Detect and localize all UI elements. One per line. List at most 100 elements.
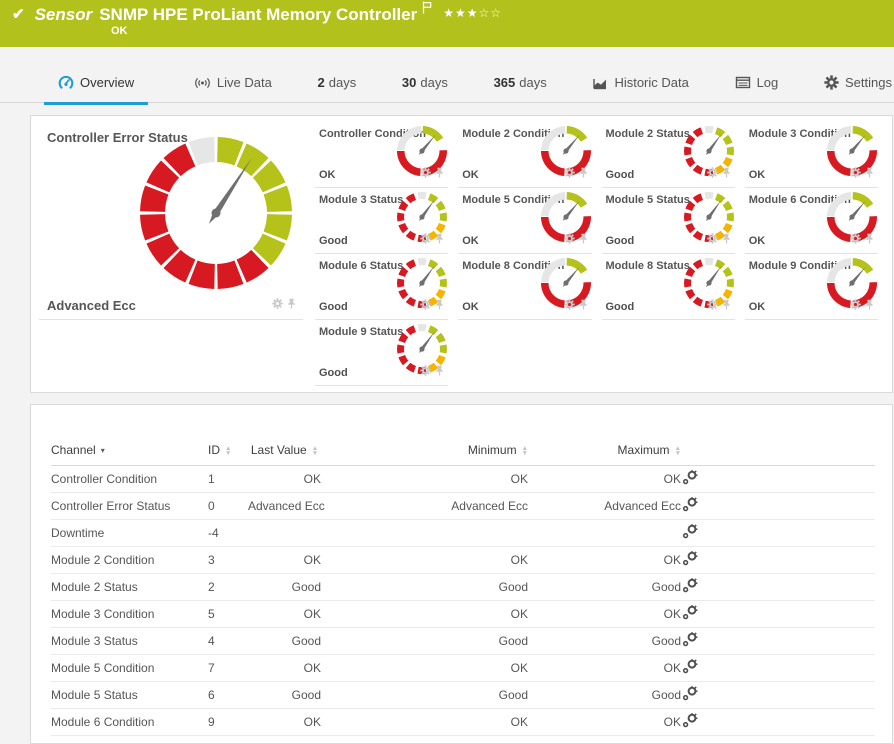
tab-live-data[interactable]: Live Data	[194, 63, 272, 103]
gauge-pin-icon[interactable]	[578, 165, 589, 183]
channel-settings-icon[interactable]	[681, 496, 699, 515]
channel-name-link[interactable]: Controller Condition	[51, 465, 208, 493]
gauge-settings-gear-icon[interactable]	[563, 165, 575, 183]
channel-settings-icon[interactable]	[681, 604, 699, 623]
minimum-value: Good	[321, 573, 528, 601]
channel-id: 3	[208, 546, 248, 574]
tab-overview[interactable]: Overview	[44, 63, 149, 105]
column-header-minimum[interactable]: Minimum ▲ ▼	[321, 435, 528, 466]
sensor-status-text: OK	[111, 25, 128, 37]
channel-settings-icon[interactable]	[681, 658, 699, 677]
gauge-cell-module-6-status[interactable]: Module 6 Status Good	[311, 254, 454, 320]
column-header-channel[interactable]: Channel ▾	[51, 435, 208, 466]
gauge-settings-gear-icon[interactable]	[420, 231, 431, 249]
channel-name-link[interactable]: Downtime	[51, 519, 208, 547]
star-icon[interactable]: ★	[467, 6, 479, 20]
tab-historic-data[interactable]: Historic Data	[592, 63, 689, 103]
column-header-maximum[interactable]: Maximum ▲ ▼	[528, 435, 681, 466]
gauge-pin-icon[interactable]	[578, 231, 589, 249]
gauge-pin-icon[interactable]	[434, 297, 445, 315]
gauge-cell-module-9-condition[interactable]: Module 9 Condition OK	[741, 254, 884, 320]
gauge-pin-icon[interactable]	[721, 165, 732, 183]
priority-flag-icon[interactable]	[422, 1, 433, 19]
column-header-last-value[interactable]: Last Value ▲ ▼	[248, 435, 321, 466]
gauge-icon	[58, 75, 74, 91]
channel-settings-icon[interactable]	[681, 577, 699, 596]
gauge-settings-gear-icon[interactable]	[420, 363, 431, 381]
gauge-cell-controller-condition[interactable]: Controller Condition OK	[311, 122, 454, 188]
gauge-pin-icon[interactable]	[286, 296, 297, 314]
gauge-cell-module-9-status[interactable]: Module 9 Status Good	[311, 320, 454, 386]
gauge-settings-gear-icon[interactable]	[707, 165, 718, 183]
gauge-cell-module-5-status[interactable]: Module 5 Status Good	[598, 188, 741, 254]
channel-settings-icon[interactable]	[681, 712, 699, 731]
star-icon[interactable]: ☆	[490, 6, 502, 20]
gauge-settings-gear-icon[interactable]	[707, 231, 718, 249]
channel-name-link[interactable]: Module 5 Condition	[51, 654, 208, 682]
gauge-value: OK	[748, 235, 766, 247]
gauge-cell-module-8-status[interactable]: Module 8 Status Good	[598, 254, 741, 320]
channel-settings-icon[interactable]	[681, 631, 699, 650]
minimum-value: OK	[321, 600, 528, 628]
tab-2-days[interactable]: 2 days	[318, 63, 357, 103]
ok-check-icon: ✔	[12, 6, 25, 23]
gauge-pin-icon[interactable]	[434, 363, 445, 381]
tab-settings[interactable]: Settings	[824, 63, 892, 103]
gauge-settings-gear-icon[interactable]	[272, 296, 283, 314]
last-value	[248, 519, 321, 547]
channel-name-link[interactable]: Controller Error Status	[51, 492, 208, 520]
channel-settings-icon[interactable]	[681, 469, 699, 488]
table-row-downtime: Downtime -4	[51, 519, 875, 547]
channel-settings-icon[interactable]	[681, 685, 699, 704]
channel-settings-icon[interactable]	[681, 550, 699, 569]
gauge-cell-controller-error-status[interactable]: Controller Error Status Advanced Ecc	[39, 122, 311, 320]
gauge-pin-icon[interactable]	[864, 231, 875, 249]
priority-stars[interactable]: ★★★☆☆	[443, 6, 502, 20]
tab-30-days[interactable]: 30 days	[402, 63, 448, 103]
gauge-settings-gear-icon[interactable]	[420, 165, 431, 183]
channel-name-link[interactable]: Module 5 Status	[51, 681, 208, 709]
channel-id: 2	[208, 573, 248, 601]
tab-log[interactable]: Log	[735, 63, 778, 103]
gauge-title: Module 2 Status	[605, 128, 690, 140]
gauge-settings-gear-icon[interactable]	[420, 297, 431, 315]
sensor-title: SNMP HPE ProLiant Memory Controller	[99, 5, 418, 24]
gauge-pin-icon[interactable]	[578, 297, 589, 315]
channel-name-link[interactable]: Module 6 Condition	[51, 708, 208, 736]
gauge-settings-gear-icon[interactable]	[707, 297, 718, 315]
gauge-pin-icon[interactable]	[721, 297, 732, 315]
star-icon[interactable]: ★	[443, 6, 455, 20]
gauge-pin-icon[interactable]	[434, 231, 445, 249]
channel-name-link[interactable]: Module 3 Status	[51, 627, 208, 655]
gauge-cell-module-2-condition[interactable]: Module 2 Condition OK	[454, 122, 597, 188]
gauge-cell-module-8-condition[interactable]: Module 8 Condition OK	[454, 254, 597, 320]
channel-table: Channel ▾ ID ▲ ▼ Last Value ▲ ▼ Minimum ▲ ▼ Maximum…	[51, 435, 875, 736]
channel-name-link[interactable]: Module 2 Condition	[51, 546, 208, 574]
channel-name-link[interactable]: Module 2 Status	[51, 573, 208, 601]
gauge-value: OK	[748, 169, 766, 181]
channel-settings-icon[interactable]	[681, 523, 699, 542]
gauge-settings-gear-icon[interactable]	[850, 231, 861, 249]
gauge-cell-module-3-condition[interactable]: Module 3 Condition OK	[741, 122, 884, 188]
minimum-value: Good	[321, 627, 528, 655]
gauge-cell-module-2-status[interactable]: Module 2 Status Good	[598, 122, 741, 188]
column-header-id[interactable]: ID ▲ ▼	[208, 435, 248, 466]
channel-table-header-row: Channel ▾ ID ▲ ▼ Last Value ▲ ▼ Minimum ▲ ▼ Maximum…	[51, 435, 875, 466]
gauge-pin-icon[interactable]	[721, 231, 732, 249]
star-icon[interactable]: ★	[455, 6, 467, 20]
star-icon[interactable]: ☆	[479, 6, 491, 20]
gauge-cell-module-3-status[interactable]: Module 3 Status Good	[311, 188, 454, 254]
gauge-pin-icon[interactable]	[434, 165, 445, 183]
gauge-pin-icon[interactable]	[864, 165, 875, 183]
gauge-settings-gear-icon[interactable]	[850, 297, 861, 315]
tab-365-days[interactable]: 365 days	[494, 63, 547, 103]
gauge-settings-gear-icon[interactable]	[850, 165, 861, 183]
gauge-pin-icon[interactable]	[864, 297, 875, 315]
channel-name-link[interactable]: Module 3 Condition	[51, 600, 208, 628]
gauge-cell-module-5-condition[interactable]: Module 5 Condition OK	[454, 188, 597, 254]
table-row-module-3-condition: Module 3 Condition 5 OK OK OK	[51, 600, 875, 628]
gauge-cell-module-6-condition[interactable]: Module 6 Condition OK	[741, 188, 884, 254]
last-value: Advanced Ecc	[248, 492, 325, 520]
gauge-settings-gear-icon[interactable]	[563, 231, 575, 249]
gauge-settings-gear-icon[interactable]	[563, 297, 575, 315]
